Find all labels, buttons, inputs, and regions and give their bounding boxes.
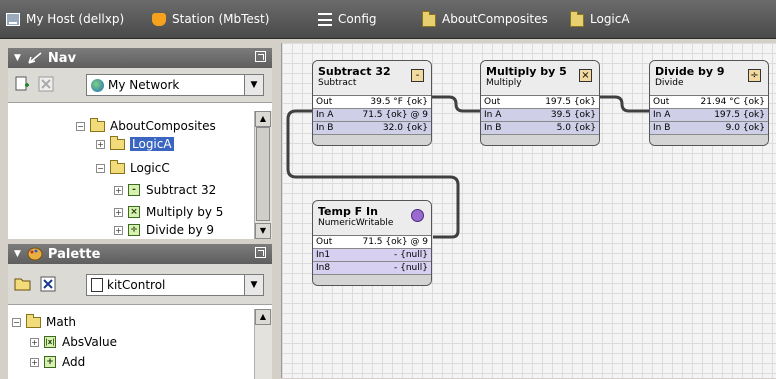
new-document-icon[interactable] <box>14 76 30 92</box>
tree-item-logicc[interactable]: − LogicC <box>96 159 170 177</box>
slot-out[interactable]: Out 197.5 {ok} <box>481 96 599 109</box>
scroll-down-icon[interactable]: ▼ <box>255 223 271 239</box>
tree-item-subtract[interactable]: + - Subtract 32 <box>114 181 216 199</box>
expander-icon[interactable]: − <box>96 163 105 173</box>
collapse-caret-icon[interactable]: ▼ <box>14 249 21 259</box>
component-multiply[interactable]: Multiply by 5 Multiply × Out 197.5 {ok} I… <box>480 60 600 146</box>
tree-item-absvalue[interactable]: + |x| AbsValue <box>30 333 117 351</box>
maximize-icon[interactable] <box>255 51 266 62</box>
folder-icon <box>570 10 584 27</box>
slot-in-a[interactable]: In A 197.5 {ok} <box>650 109 768 122</box>
tree-item-logica[interactable]: + LogicA <box>96 135 174 153</box>
tree-item-divide[interactable]: + ÷ Divide by 9 <box>114 221 214 239</box>
expander-icon[interactable]: + <box>114 207 123 217</box>
palette-scrollbar[interactable]: ▲ <box>254 309 272 379</box>
folder-icon <box>110 159 125 174</box>
nav-panel-header[interactable]: ▼ Nav <box>8 48 272 68</box>
component-divide[interactable]: Divide by 9 Divide ÷ Out 21.94 °C {ok} In… <box>649 60 769 146</box>
breadcrumb-logica[interactable]: LogicA <box>570 10 630 28</box>
folder-icon <box>90 117 105 132</box>
slot-out[interactable]: Out 39.5 °F {ok} <box>313 96 431 109</box>
expander-icon[interactable]: + <box>30 337 39 347</box>
slot-in-b[interactable]: In B 5.0 {ok} <box>481 122 599 135</box>
multiply-icon: × <box>128 206 140 218</box>
nav-scrollbar[interactable]: ▲ ▼ <box>254 111 272 239</box>
config-icon <box>318 12 332 26</box>
add-icon: + <box>44 356 56 368</box>
expander-icon[interactable]: + <box>96 139 105 149</box>
slot-in8[interactable]: In8- {null} <box>313 262 431 275</box>
slot-in1[interactable]: In1- {null} <box>313 249 431 262</box>
subtract-icon: - <box>411 69 424 82</box>
open-folder-icon[interactable] <box>14 276 31 292</box>
expander-icon[interactable]: − <box>12 317 21 327</box>
divide-icon: ÷ <box>748 69 761 82</box>
nav-toolbar: My Network ▼ <box>8 68 272 102</box>
tree-item-math[interactable]: − Math <box>12 313 76 331</box>
maximize-icon[interactable] <box>255 247 266 258</box>
module-icon <box>91 278 103 292</box>
folder-icon <box>422 10 436 27</box>
expander-icon[interactable]: − <box>76 121 85 131</box>
breadcrumb-station[interactable]: Station (MbTest) <box>152 10 269 28</box>
expander-icon[interactable]: + <box>114 225 123 235</box>
tree-item-aboutcomposites[interactable]: − AboutComposites <box>76 117 216 135</box>
breadcrumb-config[interactable]: Config <box>318 10 377 28</box>
close-icon[interactable] <box>40 276 56 292</box>
chevron-down-icon[interactable]: ▼ <box>244 275 263 295</box>
station-icon <box>152 12 166 26</box>
globe-icon <box>91 78 104 92</box>
slot-out[interactable]: Out 21.94 °C {ok} <box>650 96 768 109</box>
scroll-up-icon[interactable]: ▲ <box>255 111 271 127</box>
slot-in-a[interactable]: In A 71.5 {ok} @ 9 <box>313 109 431 122</box>
collapse-caret-icon[interactable]: ▼ <box>14 53 21 63</box>
nav-compass-icon <box>27 51 43 65</box>
network-select[interactable]: My Network ▼ <box>86 74 264 96</box>
host-icon <box>6 12 20 26</box>
status-circle-icon <box>411 209 424 222</box>
slot-in-a[interactable]: In A 39.5 {ok} <box>481 109 599 122</box>
slot-in-b[interactable]: In B 9.0 {ok} <box>650 122 768 135</box>
palette-tree: − Math + |x| AbsValue + + Add ▲ <box>8 304 272 379</box>
expander-icon[interactable]: + <box>114 185 123 195</box>
slot-out[interactable]: Out 71.5 {ok} @ 9 <box>313 236 431 249</box>
close-icon[interactable] <box>38 76 54 92</box>
slot-in-b[interactable]: In B 32.0 {ok} <box>313 122 431 135</box>
palette-module-select[interactable]: kitControl ▼ <box>86 274 264 296</box>
absvalue-icon: |x| <box>44 336 56 348</box>
palette-icon <box>27 247 43 261</box>
multiply-icon: × <box>579 69 592 82</box>
folder-icon <box>110 135 125 150</box>
breadcrumb-bar: My Host (dellxp) Station (MbTest) Config… <box>0 0 776 39</box>
breadcrumb-aboutcomposites[interactable]: AboutComposites <box>422 10 548 28</box>
wire-sheet[interactable]: Subtract 32 Subtract - Out 39.5 °F {ok} I… <box>281 43 776 378</box>
palette-toolbar: kitControl ▼ <box>8 264 272 304</box>
component-temp-f-in[interactable]: Temp F In NumericWritable Out 71.5 {ok} @… <box>312 200 432 286</box>
tree-item-add[interactable]: + + Add <box>30 353 85 371</box>
divide-icon: ÷ <box>128 224 140 236</box>
scroll-up-icon[interactable]: ▲ <box>255 309 271 325</box>
breadcrumb-host[interactable]: My Host (dellxp) <box>6 10 124 28</box>
tree-item-multiply[interactable]: + × Multiply by 5 <box>114 203 223 221</box>
nav-tree: − AboutComposites + LogicA − LogicC + - … <box>8 102 272 239</box>
component-subtract[interactable]: Subtract 32 Subtract - Out 39.5 °F {ok} I… <box>312 60 432 146</box>
palette-panel-header[interactable]: ▼ Palette <box>8 244 272 264</box>
folder-icon <box>26 313 41 328</box>
subtract-icon: - <box>128 184 140 196</box>
scroll-thumb[interactable] <box>256 127 270 221</box>
expander-icon[interactable]: + <box>30 357 39 367</box>
chevron-down-icon[interactable]: ▼ <box>244 75 263 95</box>
